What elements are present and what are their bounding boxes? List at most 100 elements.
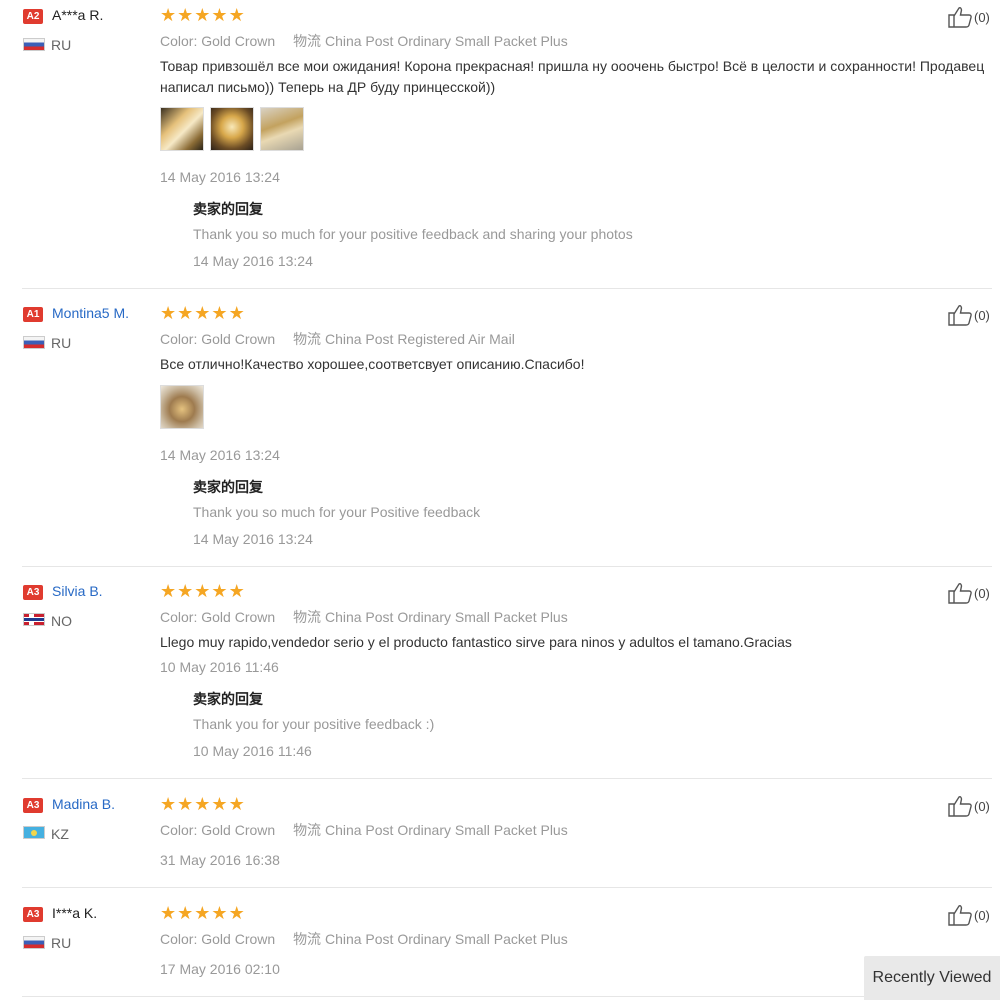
star-icon: ★ [228, 903, 245, 923]
review-date: 14 May 2016 13:24 [160, 447, 280, 463]
star-rating: ★ ★ ★ ★ ★ [160, 795, 245, 813]
shipping-value: China Post Ordinary Small Packet Plus [324, 931, 568, 947]
review-divider [22, 887, 992, 888]
kazakhstan-flag-icon [23, 826, 45, 839]
russia-flag-icon [23, 936, 45, 949]
review-divider [22, 778, 992, 779]
review-photo-thumbnail[interactable] [260, 107, 304, 151]
star-rating: ★ ★ ★ ★ ★ [160, 6, 245, 24]
star-icon: ★ [177, 794, 194, 814]
seller-reply-date: 14 May 2016 13:24 [193, 253, 313, 269]
helpful-count: (0) [974, 798, 990, 814]
helpful-button[interactable]: (0) [948, 6, 990, 28]
thumbs-up-icon [948, 583, 972, 604]
thumbs-up-icon [948, 7, 972, 28]
helpful-button[interactable]: (0) [948, 904, 990, 926]
review-photos [160, 385, 204, 429]
star-icon: ★ [228, 303, 245, 323]
order-info: Color: Gold Crown 物流 China Post Register… [160, 329, 515, 349]
star-icon: ★ [211, 581, 228, 601]
seller-reply-title: 卖家的回复 [193, 201, 263, 217]
shipping-label: 物流 [293, 822, 322, 838]
color-value: Gold Crown [201, 931, 276, 947]
seller-reply-date: 10 May 2016 11:46 [193, 743, 312, 759]
color-label: Color: [160, 931, 198, 947]
country-code: RU [51, 335, 72, 351]
order-info: Color: Gold Crown 物流 China Post Ordinary… [160, 607, 568, 627]
reviewer-name: A***a R. [52, 7, 104, 23]
shipping-value: China Post Registered Air Mail [324, 331, 515, 347]
review-date: 14 May 2016 13:24 [160, 169, 280, 185]
review-text: Все отлично!Качество хорошее,соответсвуе… [160, 356, 585, 372]
shipping-label: 物流 [293, 331, 322, 347]
norway-flag-icon [23, 613, 45, 626]
reviewer-name[interactable]: Montina5 M. [52, 305, 129, 321]
shipping-value: China Post Ordinary Small Packet Plus [324, 822, 568, 838]
helpful-button[interactable]: (0) [948, 582, 990, 604]
buyer-level-badge: A3 [23, 585, 43, 600]
order-info: Color: Gold Crown 物流 China Post Ordinary… [160, 820, 568, 840]
color-label: Color: [160, 331, 198, 347]
star-icon: ★ [211, 903, 228, 923]
star-icon: ★ [228, 794, 245, 814]
review-divider [22, 288, 992, 289]
country-code: RU [51, 935, 72, 951]
star-icon: ★ [160, 794, 177, 814]
star-icon: ★ [160, 5, 177, 25]
reviewer-name[interactable]: Silvia B. [52, 583, 103, 599]
order-info: Color: Gold Crown 物流 China Post Ordinary… [160, 31, 568, 51]
helpful-count: (0) [974, 9, 990, 25]
color-value: Gold Crown [201, 822, 276, 838]
star-icon: ★ [228, 5, 245, 25]
color-value: Gold Crown [201, 609, 276, 625]
country-code: NO [51, 613, 72, 629]
star-icon: ★ [177, 903, 194, 923]
recently-viewed-button[interactable]: Recently Viewed [864, 956, 1000, 1000]
color-value: Gold Crown [201, 331, 276, 347]
buyer-level-badge: A3 [23, 907, 43, 922]
thumbs-up-icon [948, 305, 972, 326]
review-date: 17 May 2016 02:10 [160, 961, 280, 977]
review-text: Llego muy rapido,vendedor serio y el pro… [160, 634, 792, 650]
buyer-level-badge: A2 [23, 9, 43, 24]
helpful-button[interactable]: (0) [948, 795, 990, 817]
russia-flag-icon [23, 336, 45, 349]
star-icon: ★ [177, 5, 194, 25]
shipping-label: 物流 [293, 33, 322, 49]
star-icon: ★ [194, 581, 211, 601]
color-label: Color: [160, 33, 198, 49]
seller-reply-text: Thank you for your positive feedback :) [193, 716, 435, 732]
star-icon: ★ [228, 581, 245, 601]
shipping-label: 物流 [293, 609, 322, 625]
buyer-level-badge: A3 [23, 798, 43, 813]
color-label: Color: [160, 822, 198, 838]
review-photo-thumbnail[interactable] [160, 385, 204, 429]
shipping-value: China Post Ordinary Small Packet Plus [324, 33, 568, 49]
reviewer-name: I***a K. [52, 905, 98, 921]
country-code: RU [51, 37, 72, 53]
shipping-label: 物流 [293, 931, 322, 947]
star-icon: ★ [194, 303, 211, 323]
review-photo-thumbnail[interactable] [160, 107, 204, 151]
seller-reply-title: 卖家的回复 [193, 691, 263, 707]
review-divider [22, 996, 992, 997]
seller-reply-date: 14 May 2016 13:24 [193, 531, 313, 547]
thumbs-up-icon [948, 796, 972, 817]
star-rating: ★ ★ ★ ★ ★ [160, 304, 245, 322]
helpful-count: (0) [974, 585, 990, 601]
review-photo-thumbnail[interactable] [210, 107, 254, 151]
review-photos [160, 107, 304, 151]
color-label: Color: [160, 609, 198, 625]
star-icon: ★ [194, 903, 211, 923]
order-info: Color: Gold Crown 物流 China Post Ordinary… [160, 929, 568, 949]
review-text: Товар привзошёл все мои ожидания! Корона… [160, 58, 985, 95]
star-icon: ★ [177, 581, 194, 601]
russia-flag-icon [23, 38, 45, 51]
star-icon: ★ [160, 903, 177, 923]
helpful-count: (0) [974, 307, 990, 323]
reviewer-name[interactable]: Madina B. [52, 796, 115, 812]
star-icon: ★ [160, 581, 177, 601]
buyer-level-badge: A1 [23, 307, 43, 322]
helpful-button[interactable]: (0) [948, 304, 990, 326]
review-divider [22, 566, 992, 567]
